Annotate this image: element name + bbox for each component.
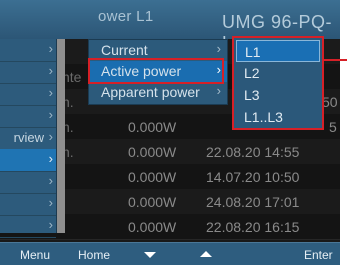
row-timestamp: 5 xyxy=(329,119,337,135)
menu-softkey[interactable]: Menu xyxy=(20,248,50,262)
chevron-right-icon: › xyxy=(48,129,53,144)
main-menu-item-overview[interactable]: rview › xyxy=(0,127,56,150)
chevron-right-icon: › xyxy=(48,41,53,56)
main-menu-item[interactable]: › xyxy=(0,105,56,128)
phase-item-l1[interactable]: L1 xyxy=(236,40,320,62)
phase-item-label: L3 xyxy=(244,87,260,103)
main-menu-item[interactable]: › xyxy=(0,39,56,62)
chevron-right-icon: › xyxy=(48,195,53,210)
chevron-right-icon: › xyxy=(48,107,53,122)
row-timestamp: 24.08.20 17:01 xyxy=(206,194,300,210)
chevron-right-icon: › xyxy=(48,151,53,166)
row-timestamp: 22.08.20 16:15 xyxy=(206,219,300,235)
row-timestamp: 50 xyxy=(322,94,338,110)
row-value: 0.000W xyxy=(128,219,177,235)
up-arrow-icon[interactable] xyxy=(200,251,212,257)
enter-softkey[interactable]: Enter xyxy=(304,248,333,262)
main-menu-item[interactable]: › xyxy=(0,171,56,194)
submenu-item-label: Apparent power xyxy=(101,84,200,100)
chevron-right-icon: › xyxy=(216,83,221,98)
phase-item-label: L1..L3 xyxy=(244,109,283,125)
down-arrow-icon[interactable] xyxy=(144,252,156,258)
main-menu-item[interactable]: › xyxy=(0,83,56,106)
home-softkey[interactable]: Home xyxy=(78,248,110,262)
title-bar: ower L1 UMG 96-PQ-L xyxy=(0,0,340,53)
main-menu-item-selected[interactable]: › xyxy=(0,149,56,172)
chevron-right-icon: › xyxy=(48,217,53,232)
phase-item-l3[interactable]: L3 xyxy=(236,84,320,106)
active-power-highlight xyxy=(88,58,224,84)
phase-item-l1-l3[interactable]: L1..L3 xyxy=(236,106,320,128)
row-timestamp: 14.07.20 10:50 xyxy=(206,169,300,185)
chevron-right-icon: › xyxy=(216,41,221,56)
row-value: 0.000W xyxy=(128,144,177,160)
page-title: ower L1 xyxy=(98,8,154,25)
row-timestamp: 22.08.20 14:55 xyxy=(206,144,300,160)
row-value: 0.000W xyxy=(128,194,177,210)
main-menu-item[interactable]: › xyxy=(0,61,56,84)
row-value: 0.000W xyxy=(128,169,177,185)
chevron-right-icon: › xyxy=(48,173,53,188)
main-menu-item-label: rview xyxy=(13,130,44,145)
phase-item-label: L1 xyxy=(245,44,261,60)
phase-item-label: L2 xyxy=(244,65,260,81)
main-menu: › › › › rview › › › › › xyxy=(0,39,58,238)
main-menu-item[interactable]: › xyxy=(0,193,56,216)
main-menu-item[interactable]: › xyxy=(0,215,56,238)
device-screen: ower L1 UMG 96-PQ-L nte n. 50 n. 0.000W … xyxy=(0,0,340,265)
callout-line xyxy=(323,59,347,61)
submenu-item-apparent-power[interactable]: Apparent power › xyxy=(89,82,227,103)
row-value: 0.000W xyxy=(128,119,177,135)
submenu-item-label: Current xyxy=(101,42,148,58)
phase-item-l2[interactable]: L2 xyxy=(236,62,320,84)
menu-scrollbar[interactable] xyxy=(57,39,65,233)
chevron-right-icon: › xyxy=(48,63,53,78)
phase-menu: L1 L2 L3 L1..L3 xyxy=(232,36,324,130)
chevron-right-icon: › xyxy=(48,85,53,100)
softkey-bar: Menu Home Enter xyxy=(0,242,340,265)
